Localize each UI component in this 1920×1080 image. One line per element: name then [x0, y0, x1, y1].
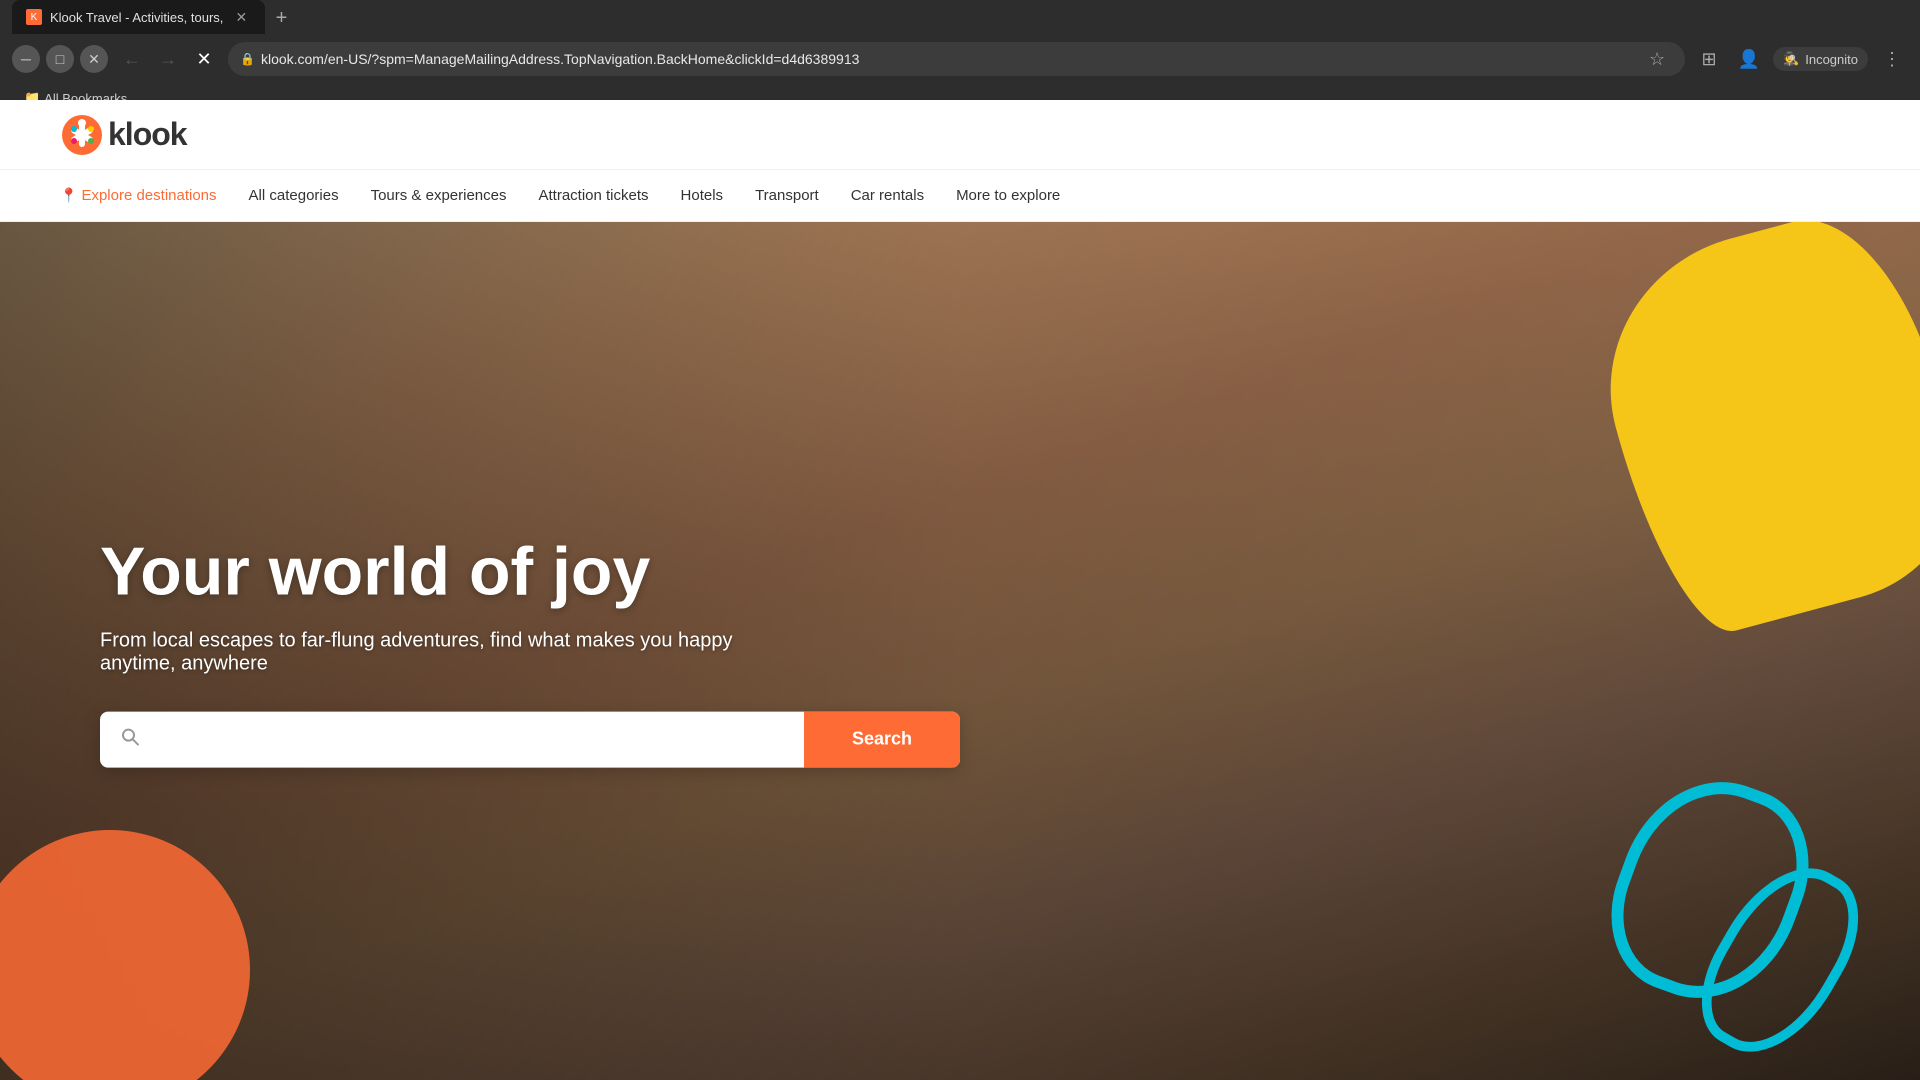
- minimize-button[interactable]: ─: [12, 45, 40, 73]
- extensions-button[interactable]: ⊞: [1693, 43, 1725, 75]
- forward-button[interactable]: →: [152, 43, 184, 75]
- tabs-row: K Klook Travel - Activities, tours, ✕ +: [0, 0, 1920, 34]
- hero-content: Your world of joy From local escapes to …: [100, 535, 800, 768]
- nav-transport[interactable]: Transport: [755, 187, 819, 204]
- logo-text: klook: [108, 116, 187, 153]
- logo-icon: [60, 113, 104, 157]
- site-header: klook: [0, 100, 1920, 170]
- lock-icon: 🔒: [240, 52, 255, 66]
- search-icon: [120, 726, 140, 752]
- nav-more-explore[interactable]: More to explore: [956, 187, 1060, 204]
- profile-button[interactable]: 👤: [1733, 43, 1765, 75]
- nav-explore-destinations[interactable]: 📍 Explore destinations: [60, 187, 217, 204]
- search-button[interactable]: Search: [804, 711, 960, 767]
- nav-more-label: More to explore: [956, 187, 1060, 204]
- nav-transport-label: Transport: [755, 187, 819, 204]
- hero-section: Your world of joy From local escapes to …: [0, 222, 1920, 1080]
- tab-close-button[interactable]: ✕: [231, 7, 251, 27]
- nav-tours-label: Tours & experiences: [371, 187, 507, 204]
- window-controls: ─ □ ✕: [12, 45, 108, 73]
- website-content: klook 📍 Explore destinations All categor…: [0, 100, 1920, 1080]
- nav-all-categories-label: All categories: [249, 187, 339, 204]
- bookmark-star-icon[interactable]: ☆: [1641, 43, 1673, 75]
- toolbar-icons: ⊞ 👤 🕵 Incognito ⋮: [1693, 43, 1908, 75]
- search-input[interactable]: [152, 711, 784, 767]
- hero-title: Your world of joy: [100, 535, 800, 610]
- klook-logo[interactable]: klook: [60, 113, 187, 157]
- new-tab-button[interactable]: +: [265, 2, 297, 34]
- nav-car-rentals-label: Car rentals: [851, 187, 924, 204]
- nav-arrows: ← → ✕: [116, 43, 220, 75]
- incognito-button[interactable]: 🕵 Incognito: [1773, 47, 1868, 71]
- address-bar[interactable]: [261, 51, 1641, 67]
- tab-favicon: K: [26, 9, 42, 25]
- back-button[interactable]: ←: [116, 43, 148, 75]
- browser-controls: ─ □ ✕ ← → ✕ 🔒 ☆ ⊞ 👤 🕵 Incognito ⋮: [0, 34, 1920, 84]
- location-icon: 📍: [60, 187, 77, 204]
- maximize-button[interactable]: □: [46, 45, 74, 73]
- nav-hotels-label: Hotels: [681, 187, 724, 204]
- nav-explore-label: Explore destinations: [81, 187, 216, 204]
- reload-button[interactable]: ✕: [188, 43, 220, 75]
- nav-all-categories[interactable]: All categories: [249, 187, 339, 204]
- site-nav: 📍 Explore destinations All categories To…: [0, 170, 1920, 222]
- menu-button[interactable]: ⋮: [1876, 43, 1908, 75]
- nav-attraction-label: Attraction tickets: [538, 187, 648, 204]
- active-tab[interactable]: K Klook Travel - Activities, tours, ✕: [12, 0, 265, 34]
- nav-car-rentals[interactable]: Car rentals: [851, 187, 924, 204]
- close-window-button[interactable]: ✕: [80, 45, 108, 73]
- tab-title: Klook Travel - Activities, tours,: [50, 10, 223, 25]
- incognito-icon: 🕵: [1783, 51, 1799, 67]
- search-input-area: [100, 711, 804, 767]
- search-bar: Search: [100, 711, 960, 767]
- incognito-label: Incognito: [1805, 52, 1858, 67]
- nav-hotels[interactable]: Hotels: [681, 187, 724, 204]
- hero-subtitle: From local escapes to far-flung adventur…: [100, 629, 800, 675]
- nav-tours-experiences[interactable]: Tours & experiences: [371, 187, 507, 204]
- nav-attraction-tickets[interactable]: Attraction tickets: [538, 187, 648, 204]
- address-bar-container: 🔒 ☆: [228, 42, 1685, 76]
